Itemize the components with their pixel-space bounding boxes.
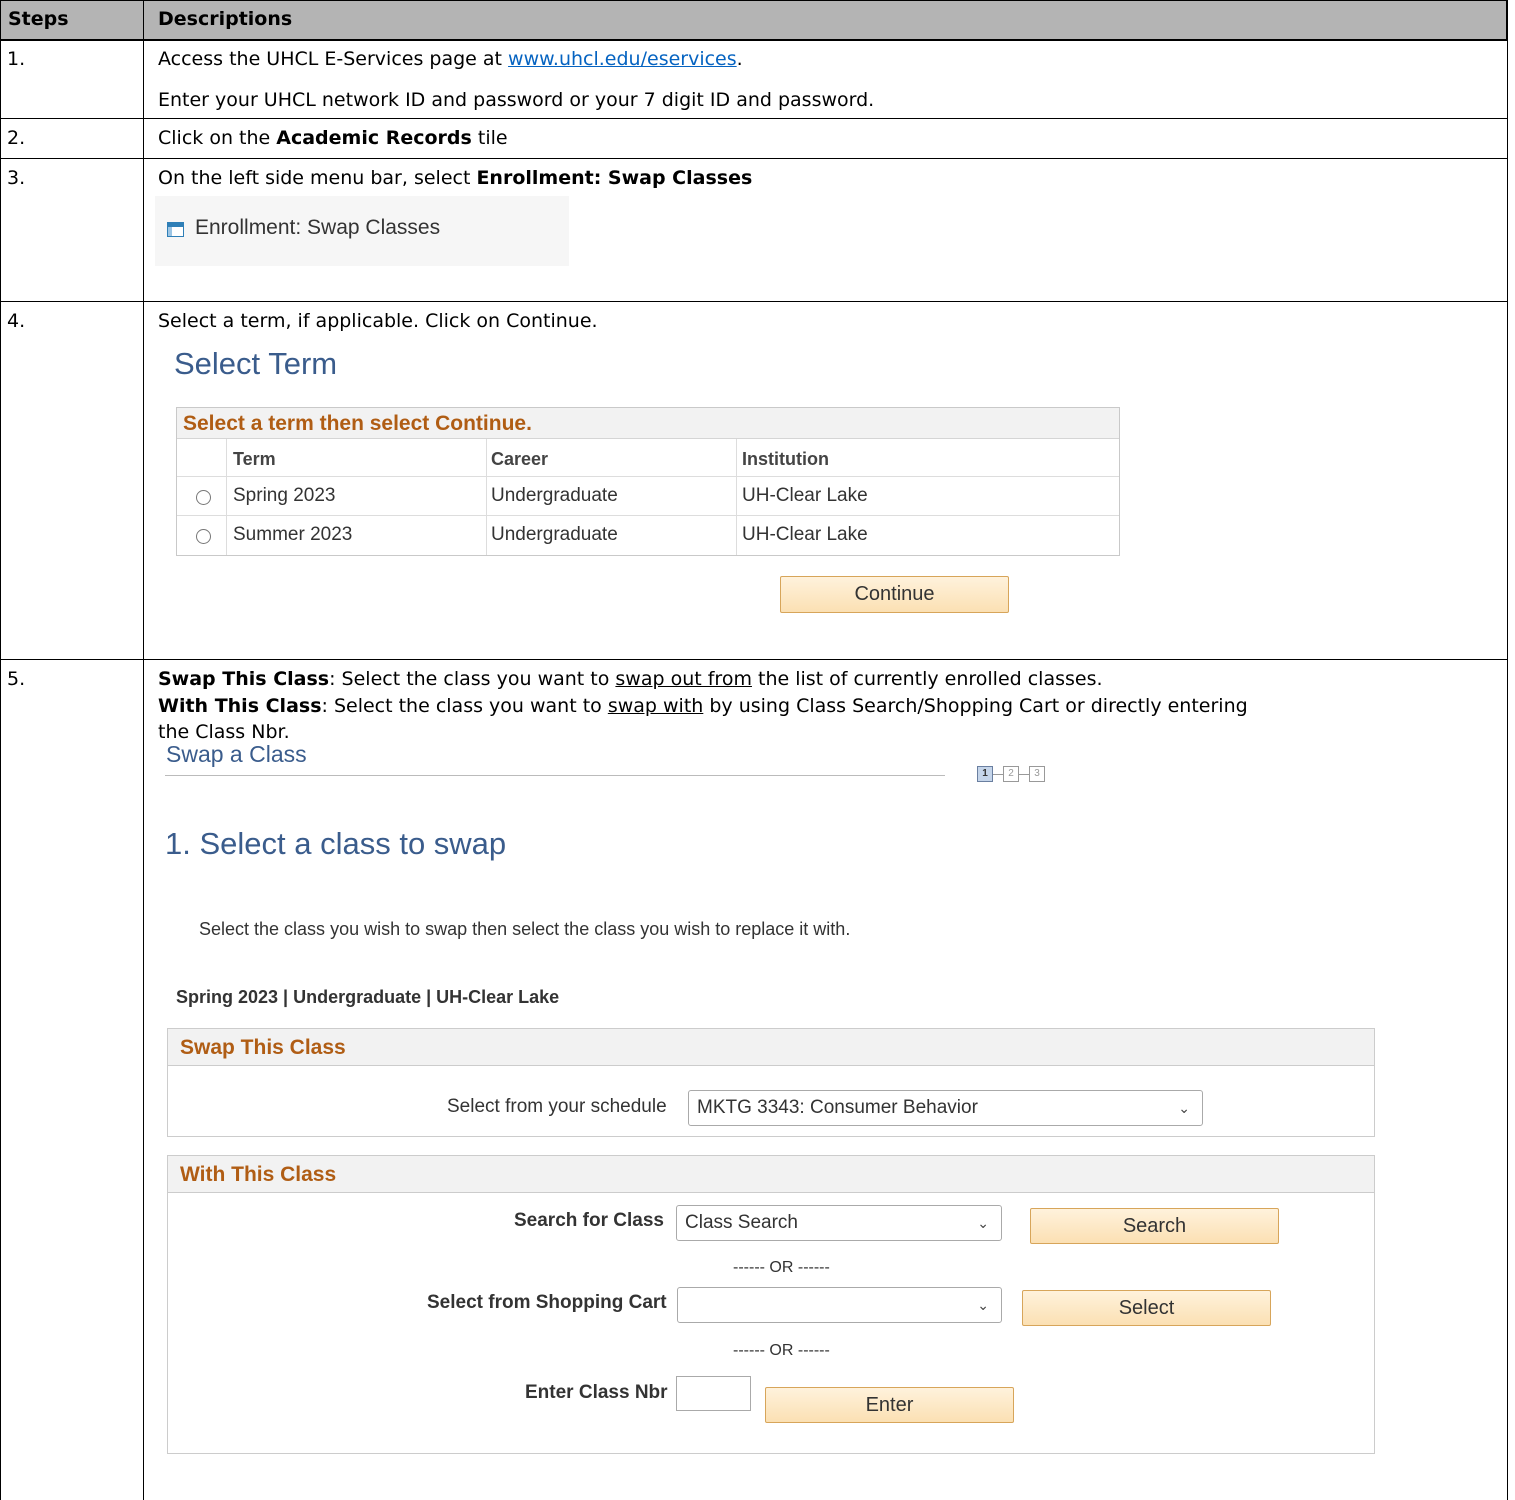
step-number: 2. [7,127,26,149]
select-term-heading: Select Term [174,346,338,381]
academic-records-label: Academic Records [276,127,472,149]
step-number: 5. [7,668,26,690]
step5-a-post: the list of currently enrolled classes. [751,668,1103,690]
step5-line-b: With This Class: Select the class you wa… [158,694,1248,718]
row-divider [0,158,1508,159]
table-border-right [1507,0,1508,1500]
term-radio[interactable] [196,490,211,505]
step1-period: . [736,48,743,70]
swap-this-class-term: Swap This Class [158,668,330,690]
term-context: Spring 2023 | Undergraduate | UH-Clear L… [176,987,560,1007]
with-this-class-term: With This Class [158,695,322,717]
search-for-class-label: Search for Class [514,1210,664,1231]
term-row-divider [177,515,1119,516]
continue-button[interactable]: Continue [780,576,1009,613]
step2-pre: Click on the [158,127,277,149]
with-panel-title: With This Class [168,1156,1374,1193]
search-type-select[interactable]: Class Search ⌄ [676,1205,1002,1241]
step2-post: tile [471,127,508,149]
step2-text: Click on the Academic Records tile [158,126,508,150]
class-nbr-input[interactable] [676,1376,751,1411]
step-number: 1. [7,48,26,70]
step5-b-post: by using Class Search/Shopping Cart or d… [703,695,1248,717]
select-button[interactable]: Select [1022,1290,1271,1326]
step3-pre: On the left side menu bar, select [158,167,477,189]
swap-with-text: swap with [607,695,704,717]
chevron-down-icon: ⌄ [1178,1100,1190,1116]
table-border-left [0,0,1,1500]
swap-this-class-panel: Swap This Class Select from your schedul… [167,1028,1375,1137]
career-header: Career [491,449,549,469]
term-box-title: Select a term then select Continue. [177,408,1119,439]
step1-text: Access the UHCL E-Services page at [158,48,509,70]
step5-line-a: Swap This Class: Select the class you wa… [158,667,1103,691]
term-row-divider [177,476,1119,477]
menu-screenshot: Enrollment: Swap Classes [155,196,569,266]
career-cell: Undergraduate [491,485,618,506]
institution-cell: UH-Clear Lake [742,485,868,506]
select-class-heading: 1. Select a class to swap [165,826,507,861]
institution-cell: UH-Clear Lake [742,524,868,545]
or-separator: ------ OR ------ [733,1259,830,1276]
step-indicator-2: 2 [1003,766,1019,782]
search-type-value: Class Search [685,1212,798,1233]
shopping-cart-select[interactable]: ⌄ [677,1287,1002,1323]
with-this-class-panel: With This Class Search for Class Class S… [167,1155,1375,1454]
term-cell: Spring 2023 [233,485,336,506]
schedule-select[interactable]: MKTG 3343: Consumer Behavior ⌄ [688,1090,1203,1126]
swap-instructions: Select the class you wish to swap then s… [199,919,851,939]
grid-page-icon [167,222,184,237]
chevron-down-icon: ⌄ [977,1297,989,1313]
swap-panel-title: Swap This Class [168,1029,1374,1066]
swap-class-page-title: Swap a Class [166,741,307,767]
swap-out-from-text: swap out from [615,668,752,690]
row-divider [0,118,1508,119]
eservices-link[interactable]: www.uhcl.edu/eservices [508,48,737,70]
search-button[interactable]: Search [1030,1208,1279,1244]
step3-text: On the left side menu bar, select Enroll… [158,166,752,190]
step-number: 4. [7,310,26,332]
step5-b-pre: : Select the class you want to [321,695,608,717]
menu-item-swap-classes[interactable]: Enrollment: Swap Classes [195,216,440,240]
descriptions-column-header: Descriptions [158,8,293,30]
schedule-select-value: MKTG 3343: Consumer Behavior [697,1097,978,1118]
term-cell: Summer 2023 [233,524,353,545]
step-connector [1019,774,1029,775]
or-separator: ------ OR ------ [733,1342,830,1359]
chevron-down-icon: ⌄ [977,1215,989,1231]
step-indicator-3: 3 [1029,766,1045,782]
step-connector [993,774,1003,775]
class-nbr-label: Enter Class Nbr [525,1382,668,1403]
steps-column-header: Steps [8,8,69,30]
step1-line2: Enter your UHCL network ID and password … [158,89,875,111]
term-col-divider [486,439,487,555]
term-col-divider [736,439,737,555]
row-divider [0,40,1508,41]
term-col-divider [226,439,227,555]
step-indicator-1: 1 [977,766,993,782]
step1-line1: Access the UHCL E-Services page at www.u… [158,47,743,71]
step4-text: Select a term, if applicable. Click on C… [158,310,598,332]
schedule-label: Select from your schedule [447,1096,667,1117]
institution-header: Institution [742,449,829,469]
career-cell: Undergraduate [491,524,618,545]
step5-a-pre: : Select the class you want to [329,668,616,690]
row-divider [0,301,1508,302]
step-number: 3. [7,167,26,189]
enter-button[interactable]: Enter [765,1387,1014,1423]
term-header: Term [233,449,276,469]
row-divider [0,659,1508,660]
shopping-cart-label: Select from Shopping Cart [427,1292,667,1313]
table-column-divider [143,0,144,1500]
term-selection-box: Select a term then select Continue. Term… [176,407,1120,556]
swap-classes-label: Enrollment: Swap Classes [476,167,753,189]
title-underline [165,775,945,776]
term-radio[interactable] [196,529,211,544]
